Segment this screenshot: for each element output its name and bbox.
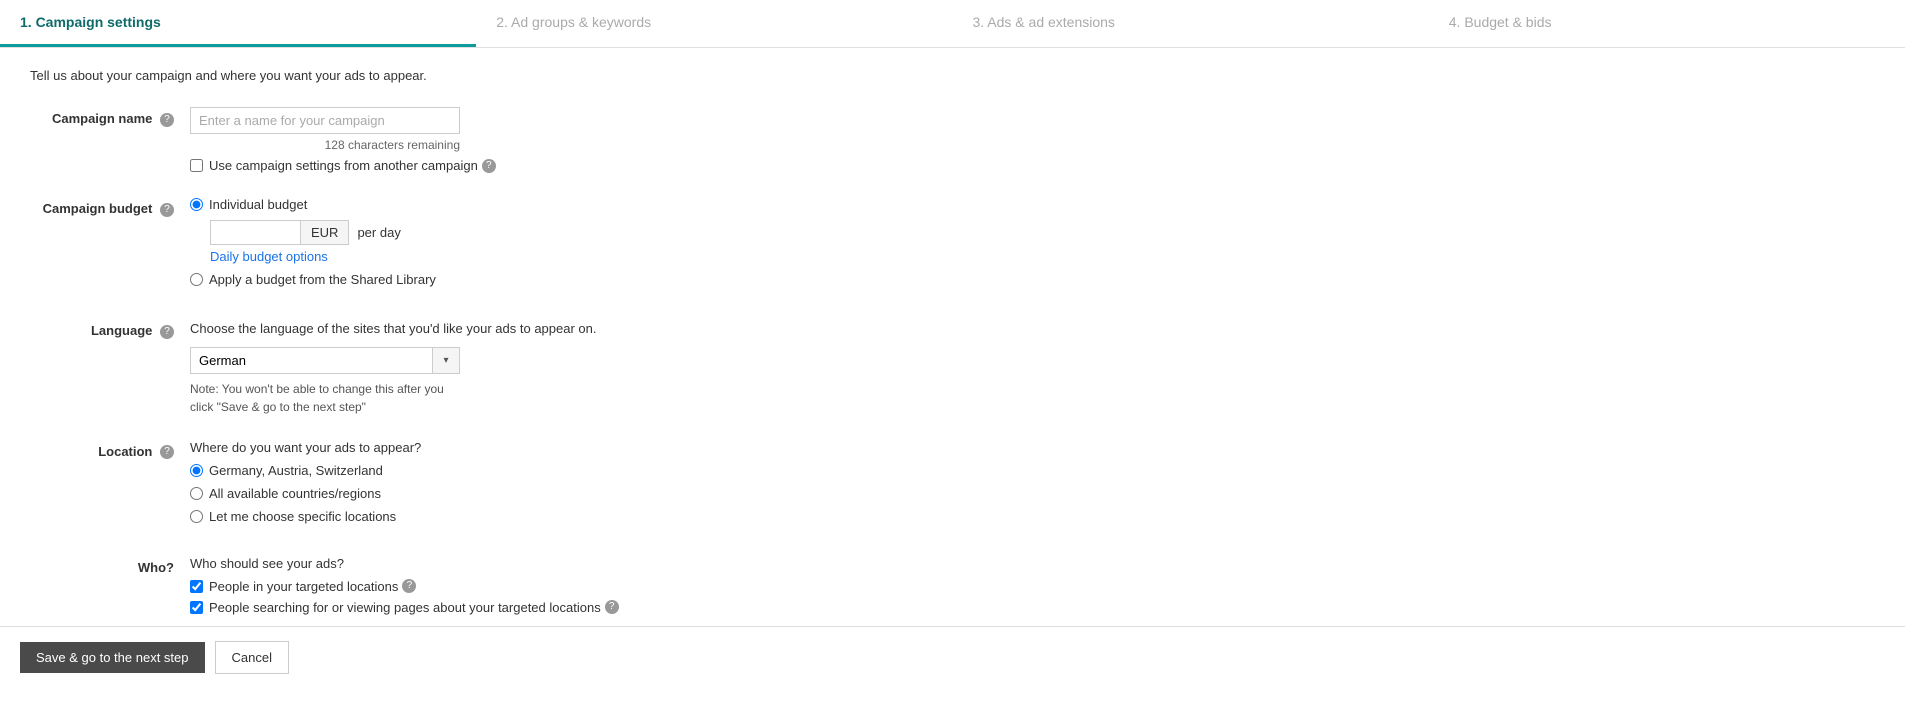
budget-input-row: 20.00 EUR per day: [210, 220, 870, 245]
campaign-name-row: Campaign name ? 128 characters remaining…: [30, 107, 870, 173]
campaign-budget-help-icon[interactable]: ?: [160, 203, 174, 217]
who-option-2[interactable]: People searching for or viewing pages ab…: [190, 600, 870, 615]
per-day-label: per day: [357, 225, 400, 240]
language-help-icon[interactable]: ?: [160, 325, 174, 339]
location-radio-3[interactable]: [190, 510, 203, 523]
language-note: Note: You won't be able to change this a…: [190, 380, 470, 416]
step-2[interactable]: 2. Ad groups & keywords: [476, 0, 952, 47]
step-3[interactable]: 3. Ads & ad extensions: [953, 0, 1429, 47]
language-description: Choose the language of the sites that yo…: [190, 319, 870, 339]
campaign-name-label: Campaign name ?: [30, 107, 190, 173]
language-content: Choose the language of the sites that yo…: [190, 319, 870, 416]
location-option-1[interactable]: Germany, Austria, Switzerland: [190, 463, 870, 478]
who-row: Who? Who should see your ads? People in …: [30, 556, 870, 621]
location-label: Location ?: [30, 440, 190, 532]
who-checkbox-1[interactable]: [190, 580, 203, 593]
location-content: Where do you want your ads to appear? Ge…: [190, 440, 870, 532]
campaign-budget-row: Campaign budget ? Individual budget 20.0…: [30, 197, 870, 295]
language-row: Language ? Choose the language of the si…: [30, 319, 870, 416]
budget-amount-input[interactable]: 20.00: [210, 220, 300, 245]
who-content: Who should see your ads? People in your …: [190, 556, 870, 621]
daily-budget-link[interactable]: Daily budget options: [210, 249, 870, 264]
intro-text: Tell us about your campaign and where yo…: [30, 68, 870, 83]
location-radio-1[interactable]: [190, 464, 203, 477]
step-4[interactable]: 4. Budget & bids: [1429, 0, 1905, 47]
who-checkbox-2[interactable]: [190, 601, 203, 614]
language-select[interactable]: German English French Spanish Italian: [190, 347, 460, 374]
location-option-2[interactable]: All available countries/regions: [190, 486, 870, 501]
who-question: Who should see your ads?: [190, 556, 870, 571]
who-2-help-icon[interactable]: ?: [605, 600, 619, 614]
footer: Save & go to the next step Cancel: [0, 626, 1905, 688]
campaign-budget-label: Campaign budget ?: [30, 197, 190, 295]
save-button[interactable]: Save & go to the next step: [20, 642, 205, 673]
use-settings-help-icon[interactable]: ?: [482, 159, 496, 173]
campaign-budget-content: Individual budget 20.00 EUR per day Dail…: [190, 197, 870, 295]
location-option-3[interactable]: Let me choose specific locations: [190, 509, 870, 524]
shared-budget-option[interactable]: Apply a budget from the Shared Library: [190, 272, 870, 287]
language-select-wrapper: German English French Spanish Italian ▾: [190, 347, 460, 374]
cancel-button[interactable]: Cancel: [215, 641, 289, 674]
use-campaign-settings-checkbox[interactable]: [190, 159, 203, 172]
step-1[interactable]: 1. Campaign settings: [0, 0, 476, 47]
shared-budget-radio[interactable]: [190, 273, 203, 286]
who-1-help-icon[interactable]: ?: [402, 579, 416, 593]
individual-budget-option[interactable]: Individual budget: [190, 197, 870, 212]
main-content: Tell us about your campaign and where yo…: [0, 48, 900, 725]
chars-remaining: 128 characters remaining: [190, 138, 460, 152]
budget-currency: EUR: [300, 220, 349, 245]
location-help-icon[interactable]: ?: [160, 445, 174, 459]
who-label: Who?: [30, 556, 190, 621]
location-radio-2[interactable]: [190, 487, 203, 500]
location-question: Where do you want your ads to appear?: [190, 440, 870, 455]
campaign-name-content: 128 characters remaining Use campaign se…: [190, 107, 870, 173]
progress-bar: 1. Campaign settings 2. Ad groups & keyw…: [0, 0, 1905, 48]
language-label: Language ?: [30, 319, 190, 416]
who-option-1[interactable]: People in your targeted locations ?: [190, 579, 870, 594]
individual-budget-radio[interactable]: [190, 198, 203, 211]
location-row: Location ? Where do you want your ads to…: [30, 440, 870, 532]
campaign-name-help-icon[interactable]: ?: [160, 113, 174, 127]
use-campaign-settings-label[interactable]: Use campaign settings from another campa…: [190, 158, 870, 173]
campaign-name-input[interactable]: [190, 107, 460, 134]
